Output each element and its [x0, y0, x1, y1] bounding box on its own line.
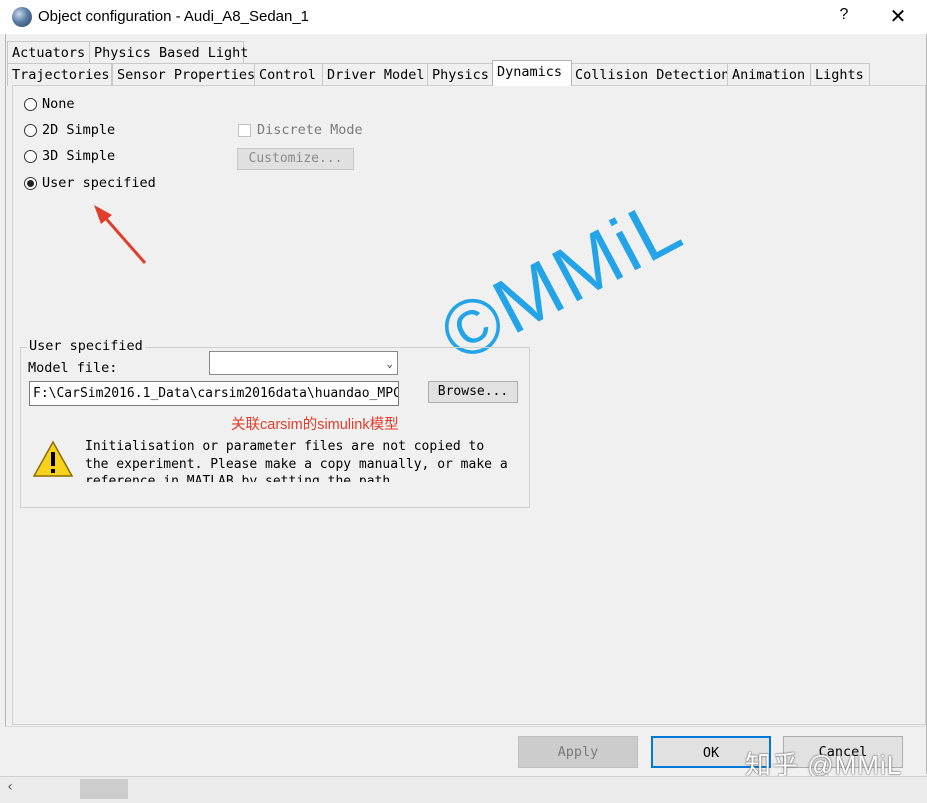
tab-collision-detection[interactable]: Collision Detection: [570, 63, 730, 86]
tab-driver-model[interactable]: Driver Model: [322, 63, 428, 86]
horizontal-scrollbar[interactable]: [0, 776, 927, 803]
title-bar: Object configuration - Audi_A8_Sedan_1 ?…: [0, 0, 927, 34]
radio-circle[interactable]: [24, 123, 37, 137]
tab-control[interactable]: Control: [254, 63, 324, 86]
apply-button[interactable]: Apply: [518, 736, 638, 768]
radio-label: 2D Simple: [42, 122, 116, 138]
annotation-text: 关联carsim的simulink模型: [231, 417, 399, 433]
discrete-mode-checkbox[interactable]: Discrete Mode: [238, 122, 363, 138]
red-arrow-icon: [94, 205, 147, 264]
browse-button[interactable]: Browse...: [428, 381, 518, 403]
radio-3d-simple[interactable]: 3D Simple: [24, 148, 115, 164]
scroll-left-icon[interactable]: ‹: [6, 779, 14, 795]
model-file-label: Model file:: [28, 360, 118, 376]
tab-physics[interactable]: Physics: [427, 63, 497, 86]
model-path-field[interactable]: F:\CarSim2016.1_Data\carsim2016data\huan…: [29, 381, 399, 406]
help-button[interactable]: ?: [834, 6, 854, 24]
warning-message: Initialisation or parameter files are no…: [85, 439, 508, 482]
close-button[interactable]: ✕: [884, 4, 912, 30]
radio-label: 3D Simple: [42, 148, 116, 164]
globe-icon: [12, 7, 32, 27]
customize-button[interactable]: Customize...: [237, 148, 354, 170]
radio-2d-simple[interactable]: 2D Simple: [24, 122, 115, 138]
checkbox-box[interactable]: [238, 123, 251, 137]
radio-none[interactable]: None: [24, 96, 75, 112]
radio-label: None: [42, 96, 75, 112]
chevron-down-icon[interactable]: ⌄: [386, 357, 393, 370]
radio-circle-selected[interactable]: [24, 176, 37, 190]
tab-animation[interactable]: Animation: [727, 63, 814, 86]
radio-circle[interactable]: [24, 149, 37, 163]
group-title: User specified: [27, 338, 145, 354]
warning-icon: [32, 440, 74, 477]
radio-circle[interactable]: [24, 97, 37, 111]
window-title: Object configuration - Audi_A8_Sedan_1: [38, 8, 310, 25]
tab-physics-based-light[interactable]: Physics Based Light: [89, 41, 248, 64]
radio-user-specified[interactable]: User specified: [24, 175, 156, 191]
tab-sensor-properties[interactable]: Sensor Properties: [112, 63, 255, 86]
scroll-thumb[interactable]: [80, 779, 128, 799]
radio-label: User specified: [42, 175, 156, 191]
discrete-mode-label: Discrete Mode: [257, 122, 363, 138]
tab-trajectories[interactable]: Trajectories: [7, 63, 112, 86]
model-file-combo[interactable]: ⌄: [209, 351, 398, 375]
tab-dynamics[interactable]: Dynamics: [492, 60, 572, 86]
tab-lights[interactable]: Lights: [810, 63, 870, 86]
tab-actuators[interactable]: Actuators: [7, 41, 91, 64]
